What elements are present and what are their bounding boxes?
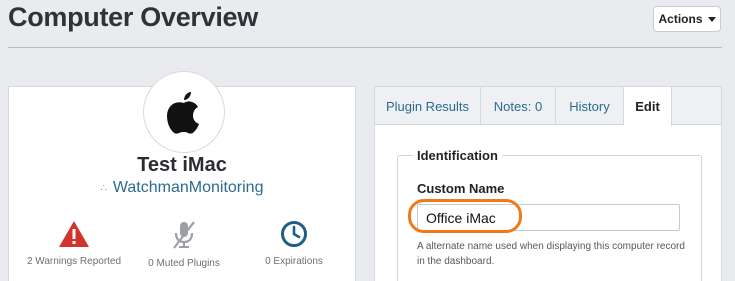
custom-name-label: Custom Name xyxy=(417,181,505,196)
apple-logo-badge xyxy=(143,71,225,153)
organization-name: WatchmanMonitoring xyxy=(112,179,264,196)
tab-bar: Plugin Results Notes: 0 History Edit xyxy=(375,87,721,126)
computer-summary-card: Test iMac ∴ WatchmanMonitoring 2 Warning… xyxy=(8,71,356,281)
apple-icon xyxy=(167,92,199,134)
identification-legend: Identification xyxy=(413,148,502,163)
warning-icon xyxy=(59,221,89,247)
tab-plugin-results[interactable]: Plugin Results xyxy=(375,87,481,125)
computer-name: Test iMac xyxy=(137,154,227,176)
clock-icon xyxy=(281,221,307,247)
actions-dropdown-button[interactable]: Actions xyxy=(653,6,721,32)
custom-name-input[interactable] xyxy=(417,204,680,231)
muted-microphone-icon xyxy=(173,221,195,249)
caret-down-icon xyxy=(707,16,716,22)
expirations-stat[interactable]: 0 Expirations xyxy=(234,220,354,267)
warnings-stat[interactable]: 2 Warnings Reported xyxy=(14,220,134,267)
warnings-label: 2 Warnings Reported xyxy=(26,256,122,267)
sitemap-icon: ∴ xyxy=(100,182,107,194)
page-title: Computer Overview xyxy=(8,2,258,32)
tab-history[interactable]: History xyxy=(556,87,624,125)
expirations-label: 0 Expirations xyxy=(265,256,323,267)
muted-plugins-label: 0 Muted Plugins xyxy=(148,258,220,269)
computer-tabs-panel: Plugin Results Notes: 0 History Edit Ide… xyxy=(374,86,722,281)
header-divider xyxy=(8,47,722,48)
custom-name-help-text: A alternate name used when displaying th… xyxy=(417,241,685,267)
tab-notes[interactable]: Notes: 0 xyxy=(481,87,556,125)
actions-label: Actions xyxy=(658,12,703,26)
tab-edit[interactable]: Edit xyxy=(624,87,672,126)
organization-link[interactable]: ∴ WatchmanMonitoring xyxy=(9,179,355,197)
muted-plugins-stat[interactable]: 0 Muted Plugins xyxy=(124,220,244,269)
